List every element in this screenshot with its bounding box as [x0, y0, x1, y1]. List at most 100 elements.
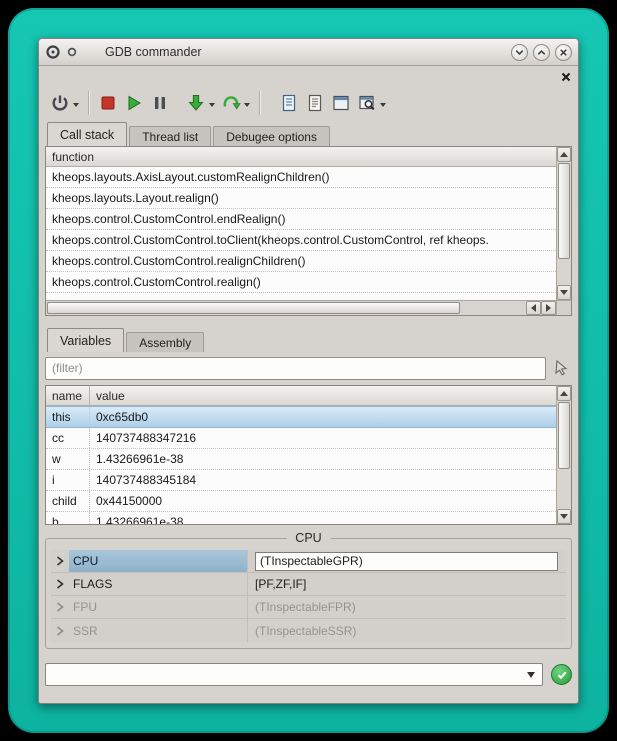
- scrollbar-corner: [556, 300, 571, 315]
- expander-icon[interactable]: [51, 556, 69, 566]
- callstack-row[interactable]: kheops.control.CustomControl.endRealign(…: [46, 209, 556, 230]
- column-header-value[interactable]: value: [90, 386, 556, 405]
- variable-row[interactable]: w 1.43266961e-38: [46, 449, 556, 470]
- callstack-row[interactable]: kheops.layouts.AxisLayout.customRealignC…: [46, 167, 556, 188]
- call-stack-list: function kheops.layouts.AxisLayout.custo…: [46, 147, 556, 300]
- memory-window-button[interactable]: [328, 88, 354, 118]
- scroll-down-button[interactable]: [557, 509, 571, 524]
- scroll-up-button[interactable]: [557, 386, 571, 401]
- stop-button[interactable]: [95, 88, 121, 118]
- panel-close-button[interactable]: [560, 71, 572, 83]
- dropdown-arrow-icon[interactable]: [380, 103, 386, 110]
- play-icon: [124, 93, 144, 113]
- stop-icon: [98, 93, 118, 113]
- callstack-tabbar: Call stack Thread list Debugee options: [45, 122, 572, 146]
- callstack-row[interactable]: kheops.control.CustomControl.realign(): [46, 272, 556, 293]
- source-file-button[interactable]: [276, 88, 302, 118]
- check-icon: [556, 669, 568, 681]
- scroll-down-button[interactable]: [557, 285, 571, 300]
- step-over-button[interactable]: [218, 88, 253, 118]
- cpu-row[interactable]: FLAGS [PF,ZF,IF]: [51, 573, 566, 596]
- app-icon[interactable]: [45, 44, 61, 60]
- scroll-right-button[interactable]: [541, 301, 556, 315]
- cpu-row[interactable]: CPU: [51, 550, 566, 573]
- command-combobox[interactable]: [45, 663, 543, 686]
- pause-button[interactable]: [147, 88, 173, 118]
- dock-body: Call stack Thread list Debugee options f…: [39, 66, 578, 703]
- arrow-right-icon: [546, 304, 551, 312]
- dropdown-arrow-icon[interactable]: [73, 103, 79, 110]
- variable-row[interactable]: cc 140737488347216: [46, 428, 556, 449]
- file-icon: [279, 93, 299, 113]
- output-list-button[interactable]: [302, 88, 328, 118]
- cpu-row[interactable]: FPU (TInspectableFPR): [51, 596, 566, 619]
- variable-row[interactable]: b 1.43266961e-38: [46, 512, 556, 524]
- callstack-row[interactable]: kheops.layouts.Layout.realign(): [46, 188, 556, 209]
- arrow-up-icon: [560, 391, 568, 396]
- window-title: GDB commander: [105, 45, 202, 59]
- maximize-button[interactable]: [533, 44, 550, 61]
- variable-row[interactable]: child 0x44150000: [46, 491, 556, 512]
- horizontal-scrollbar[interactable]: [46, 300, 556, 315]
- step-in-button[interactable]: [183, 88, 218, 118]
- pause-icon: [150, 93, 170, 113]
- tab-variables[interactable]: Variables: [47, 328, 124, 352]
- cpu-group-title: CPU: [286, 531, 330, 545]
- step-over-icon: [221, 93, 241, 113]
- scrollbar-thumb[interactable]: [558, 163, 570, 259]
- scroll-left-button[interactable]: [526, 301, 541, 315]
- tab-debugee-options[interactable]: Debugee options: [213, 126, 330, 146]
- close-button[interactable]: [555, 44, 572, 61]
- step-in-icon: [186, 93, 206, 113]
- chevron-down-icon[interactable]: [527, 672, 535, 682]
- column-header-function[interactable]: function: [46, 147, 556, 167]
- arrow-left-icon: [531, 304, 536, 312]
- list-icon: [305, 93, 325, 113]
- variables-table: name value this 0xc65db0 cc 140737488347…: [46, 386, 556, 524]
- tab-thread-list[interactable]: Thread list: [129, 126, 211, 146]
- inspector-tabbar: Variables Assembly: [45, 328, 572, 352]
- vertical-scrollbar[interactable]: [556, 147, 571, 300]
- cpu-groupbox: CPU CPU FLAGS [PF,ZF,IF]: [45, 538, 572, 649]
- run-button[interactable]: [121, 88, 147, 118]
- expander-icon[interactable]: [51, 579, 69, 589]
- toolbar-separator: [88, 91, 89, 115]
- vertical-scrollbar[interactable]: [556, 386, 571, 524]
- pin-icon[interactable]: [67, 47, 77, 57]
- arrow-down-icon: [560, 290, 568, 295]
- confirm-button[interactable]: [551, 664, 572, 685]
- window-icon: [331, 93, 351, 113]
- expander-icon[interactable]: [51, 602, 69, 612]
- variable-row[interactable]: this 0xc65db0: [46, 406, 556, 428]
- filter-input[interactable]: [45, 357, 546, 380]
- power-button[interactable]: [47, 88, 82, 118]
- scroll-up-button[interactable]: [557, 147, 571, 162]
- variables-header-row: name value: [46, 386, 556, 406]
- callstack-row[interactable]: kheops.control.CustomControl.toClient(kh…: [46, 230, 556, 251]
- scrollbar-thumb[interactable]: [558, 402, 570, 469]
- gdb-commander-window: GDB commander: [38, 38, 579, 704]
- debug-toolbar: [45, 84, 572, 122]
- dropdown-arrow-icon[interactable]: [209, 103, 215, 110]
- variables-panel: name value this 0xc65db0 cc 140737488347…: [45, 385, 572, 525]
- tab-call-stack[interactable]: Call stack: [47, 122, 127, 146]
- minimize-button[interactable]: [511, 44, 528, 61]
- cpu-row[interactable]: SSR (TInspectableSSR): [51, 619, 566, 642]
- power-icon: [50, 93, 70, 113]
- call-stack-panel: function kheops.layouts.AxisLayout.custo…: [45, 146, 572, 316]
- inspect-window-button[interactable]: [354, 88, 389, 118]
- filter-row: [45, 355, 572, 381]
- teal-frame: GDB commander: [8, 8, 609, 733]
- tab-assembly[interactable]: Assembly: [126, 332, 204, 352]
- filter-action-icon[interactable]: [550, 358, 572, 378]
- variable-row[interactable]: i 140737488345184: [46, 470, 556, 491]
- column-header-name[interactable]: name: [46, 386, 90, 405]
- expander-icon[interactable]: [51, 626, 69, 636]
- callstack-row[interactable]: kheops.control.CustomControl.realignChil…: [46, 251, 556, 272]
- dropdown-arrow-icon[interactable]: [244, 103, 250, 110]
- search-window-icon: [357, 93, 377, 113]
- titlebar[interactable]: GDB commander: [39, 39, 578, 66]
- scrollbar-thumb[interactable]: [47, 302, 460, 314]
- command-row: [45, 663, 572, 686]
- cpu-value-editor[interactable]: [255, 552, 558, 571]
